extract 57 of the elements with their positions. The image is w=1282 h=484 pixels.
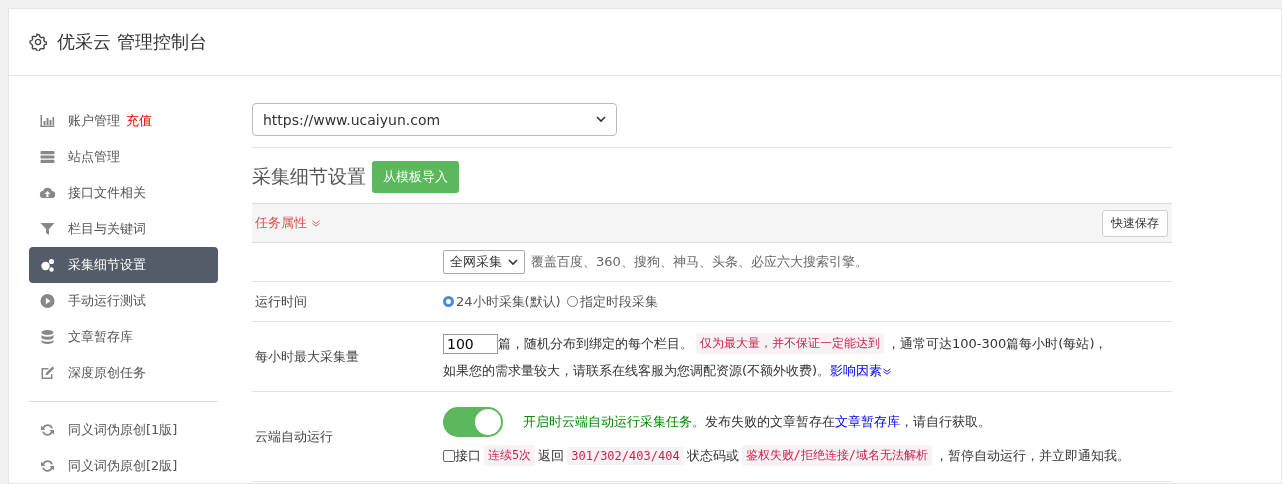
section-title: 采集细节设置 xyxy=(252,164,366,189)
toggle-text: ，请自行获取。 xyxy=(900,413,991,431)
amount-text: 篇，随机分布到绑定的每个栏目。 xyxy=(498,334,693,353)
settings-icon xyxy=(29,33,47,51)
radio-button[interactable] xyxy=(443,296,454,307)
play-icon xyxy=(39,293,56,309)
code-tag: 301/302/403/404 xyxy=(567,446,684,465)
radio-option[interactable]: 指定时段采集 xyxy=(566,292,658,311)
contact-text: 如果您的需求量较大，请联系在线客服为您调配资源(不额外收费)。 xyxy=(443,362,831,380)
option-text: 返回 xyxy=(538,446,565,465)
sidebar-item[interactable]: 同义词伪原创[2版] xyxy=(29,448,218,484)
source-select[interactable]: 全网采集 xyxy=(443,250,525,274)
filter-icon xyxy=(39,221,56,237)
bar-chart-icon xyxy=(39,113,56,129)
option-text: 接口 xyxy=(455,446,481,465)
save-button[interactable]: 快速保存 xyxy=(1102,209,1168,237)
factors-link[interactable]: 影响因素 xyxy=(830,362,883,380)
panel-title[interactable]: 任务属性 xyxy=(255,214,322,232)
edit-icon xyxy=(39,365,56,381)
chevron-icon xyxy=(882,367,893,375)
option-text: 状态码或 xyxy=(686,446,739,465)
field-label: 云端自动运行 xyxy=(254,427,334,446)
source-description: 覆盖百度、360、搜狗、神马、头条、必应六大搜索引擎。 xyxy=(531,253,868,271)
sidebar-item[interactable]: 文章暂存库 xyxy=(29,319,218,355)
chevron-icon xyxy=(311,220,322,227)
page-title: 优采云 管理控制台 xyxy=(57,30,207,54)
code-tag: 连续5次 xyxy=(484,445,536,466)
recharge-link[interactable]: 充值 xyxy=(126,112,152,130)
sidebar-item[interactable]: 站点管理 xyxy=(29,139,218,175)
field-label: 运行时间 xyxy=(254,292,308,311)
database-icon xyxy=(39,329,56,345)
refresh-icon xyxy=(39,422,56,438)
caret-icon xyxy=(508,258,518,266)
sidebar-item[interactable]: 栏目与关键词 xyxy=(29,211,218,247)
sidebar-item[interactable]: 接口文件相关 xyxy=(29,175,218,211)
toggle-text: 发布失败的文章暂存在 xyxy=(705,413,835,431)
code-tag: 鉴权失败/拒绝连接/域名无法解析 xyxy=(741,445,933,466)
storage-link[interactable]: 文章暂存库 xyxy=(835,413,900,431)
radio-option[interactable]: 24小时采集(默认) xyxy=(443,292,561,311)
server-icon xyxy=(39,149,56,165)
sidebar-item[interactable]: 同义词伪原创[1版] xyxy=(29,412,218,448)
sidebar-item[interactable]: 账户管理 充值 xyxy=(29,103,218,139)
checkbox[interactable] xyxy=(443,449,455,462)
caret-icon xyxy=(596,116,606,123)
toggle-switch[interactable] xyxy=(443,407,503,437)
amount-input[interactable]: 100 xyxy=(443,333,498,354)
toggle-note: 开启时云端自动运行采集任务。 xyxy=(523,413,705,431)
amount-text: ，通常可达100-300篇每小时(每站)， xyxy=(887,334,1108,353)
warning-tag: 仅为最大量，并不保证一定能达到 xyxy=(696,333,884,354)
cloud-upload-icon xyxy=(39,185,56,201)
option-text: ，暂停自动运行，并立即通知我。 xyxy=(935,446,1131,465)
site-select[interactable]: https://www.ucaiyun.com xyxy=(252,103,617,136)
refresh-icon xyxy=(39,458,56,474)
sidebar-item[interactable]: 手动运行测试 xyxy=(29,283,218,319)
sidebar-item[interactable]: 深度原创任务 xyxy=(29,355,218,391)
sidebar-item[interactable]: 采集细节设置 xyxy=(29,247,218,283)
field-label: 每小时最大采集量 xyxy=(254,347,360,366)
